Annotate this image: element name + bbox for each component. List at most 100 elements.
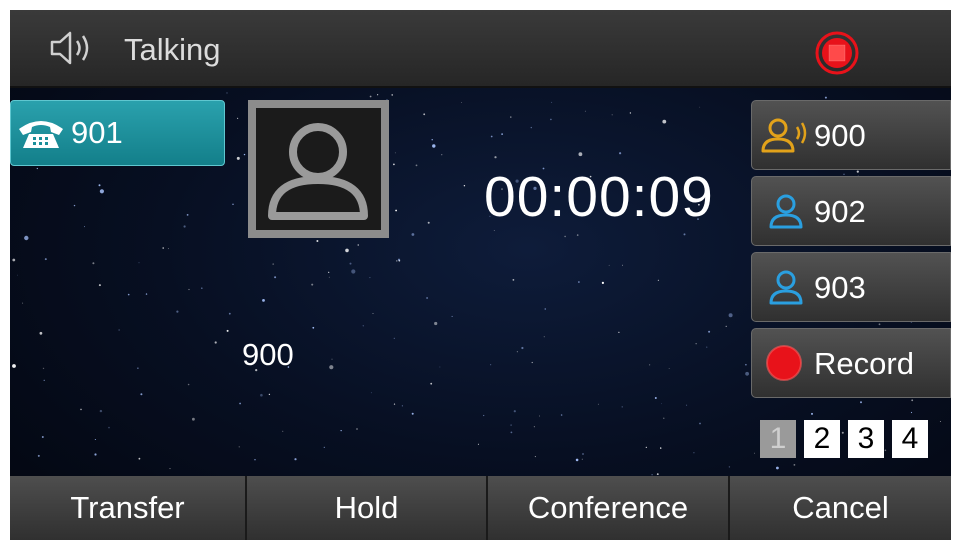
line-key-901[interactable]: 901 bbox=[10, 100, 225, 166]
star-dot bbox=[657, 279, 660, 281]
star-dot bbox=[649, 364, 651, 366]
star-dot bbox=[395, 209, 397, 212]
contact-key-902[interactable]: 902 bbox=[751, 176, 951, 246]
star-dot bbox=[243, 153, 246, 156]
speaker-icon bbox=[50, 31, 89, 65]
star-dot bbox=[439, 366, 441, 368]
star-dot bbox=[127, 293, 130, 296]
star-dot bbox=[232, 203, 234, 205]
star-dot bbox=[294, 458, 297, 461]
star-dot bbox=[328, 276, 330, 278]
star-dot bbox=[349, 262, 352, 265]
star-dot bbox=[167, 248, 169, 250]
star-dot bbox=[188, 288, 190, 291]
star-dot bbox=[145, 293, 148, 295]
star-dot bbox=[162, 247, 164, 249]
contact-icon bbox=[769, 270, 803, 305]
star-dot bbox=[841, 431, 844, 434]
star-dot bbox=[312, 326, 315, 329]
star-dot bbox=[226, 329, 229, 332]
star-dot bbox=[660, 447, 662, 449]
contact-icon bbox=[769, 194, 803, 229]
contact-key-903[interactable]: 903 bbox=[751, 252, 951, 322]
star-dot bbox=[282, 430, 284, 432]
transfer-softkey[interactable]: Transfer bbox=[10, 476, 245, 540]
star-dot bbox=[483, 414, 485, 417]
star-dot bbox=[534, 456, 536, 458]
star-dot bbox=[490, 364, 492, 366]
star-dot bbox=[860, 401, 862, 404]
star-dot bbox=[316, 240, 319, 242]
star-dot bbox=[531, 361, 533, 364]
record-stop-icon[interactable] bbox=[808, 28, 866, 78]
star-dot bbox=[776, 466, 779, 470]
star-dot bbox=[451, 315, 453, 317]
star-dot bbox=[745, 363, 747, 366]
star-dot bbox=[725, 325, 727, 327]
star-dot bbox=[393, 163, 395, 166]
contact-key-900[interactable]: 900 bbox=[751, 100, 951, 170]
star-dot bbox=[137, 367, 139, 369]
page-1[interactable]: 1 bbox=[760, 420, 796, 458]
conference-softkey[interactable]: Conference bbox=[486, 476, 728, 540]
star-dot bbox=[699, 422, 701, 425]
star-dot bbox=[501, 133, 503, 135]
page-3[interactable]: 3 bbox=[848, 420, 884, 458]
cancel-softkey[interactable]: Cancel bbox=[728, 476, 951, 540]
star-dot bbox=[706, 346, 708, 348]
contact-key-label: 903 bbox=[814, 270, 866, 305]
star-dot bbox=[539, 415, 540, 417]
star-dot bbox=[618, 331, 620, 333]
star-dot bbox=[186, 214, 189, 216]
star-dot bbox=[214, 341, 217, 344]
star-dot bbox=[911, 399, 914, 402]
star-dot bbox=[239, 402, 242, 405]
star-dot bbox=[94, 439, 96, 440]
star-dot bbox=[533, 426, 535, 428]
star-dot bbox=[629, 112, 632, 114]
star-dot bbox=[311, 283, 314, 286]
record-button[interactable]: Record bbox=[751, 328, 951, 398]
star-dot bbox=[513, 410, 516, 413]
star-dot bbox=[340, 430, 342, 432]
page-4[interactable]: 4 bbox=[892, 420, 928, 458]
star-dot bbox=[611, 114, 613, 116]
star-dot bbox=[645, 446, 647, 448]
talking-contact-icon bbox=[761, 118, 807, 153]
star-dot bbox=[43, 379, 45, 381]
page-2[interactable]: 2 bbox=[804, 420, 840, 458]
star-dot bbox=[44, 258, 47, 261]
star-dot bbox=[401, 405, 403, 407]
star-dot bbox=[576, 234, 579, 236]
star-dot bbox=[24, 235, 29, 241]
phone-screen: Talking 901 00:00:09 900 900 902 903 Rec… bbox=[10, 10, 951, 540]
star-dot bbox=[510, 116, 512, 118]
star-dot bbox=[397, 258, 401, 261]
star-dot bbox=[550, 118, 552, 121]
star-dot bbox=[98, 184, 101, 187]
call-timer: 00:00:09 bbox=[484, 165, 714, 229]
star-dot bbox=[192, 417, 195, 421]
star-dot bbox=[369, 277, 371, 279]
star-dot bbox=[656, 473, 659, 475]
star-dot bbox=[98, 284, 101, 287]
star-dot bbox=[856, 170, 859, 173]
star-dot bbox=[434, 321, 438, 326]
star-dot bbox=[17, 274, 18, 276]
star-dot bbox=[939, 421, 941, 422]
star-dot bbox=[754, 452, 755, 454]
star-dot bbox=[169, 468, 171, 470]
star-dot bbox=[793, 464, 796, 466]
star-dot bbox=[910, 411, 913, 414]
star-dot bbox=[393, 403, 396, 405]
hold-softkey[interactable]: Hold bbox=[245, 476, 486, 540]
star-dot bbox=[661, 403, 662, 405]
star-dot bbox=[575, 458, 579, 462]
star-dot bbox=[431, 139, 433, 141]
star-dot bbox=[686, 404, 688, 406]
star-dot bbox=[356, 428, 358, 430]
star-dot bbox=[42, 367, 45, 370]
star-dot bbox=[138, 457, 141, 460]
star-dot bbox=[92, 262, 95, 265]
star-dot bbox=[463, 185, 466, 187]
